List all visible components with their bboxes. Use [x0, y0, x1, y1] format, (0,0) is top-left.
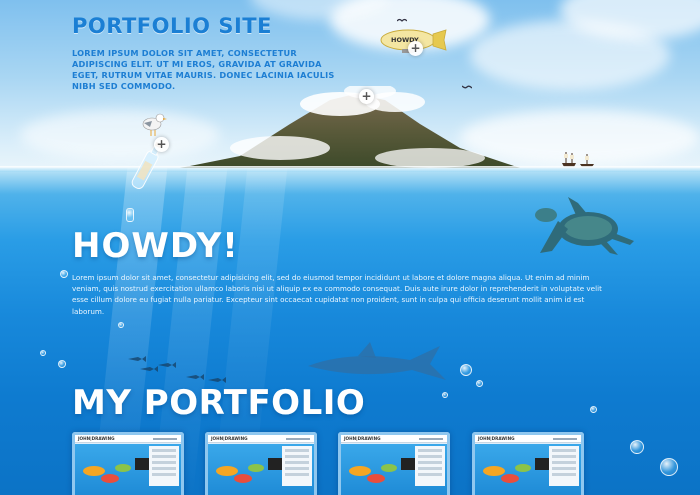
thumb-sidebar: [282, 446, 312, 486]
thumb-logo: JOHN|DRAWING: [344, 436, 381, 441]
bubble: [40, 350, 46, 356]
site-title: PORTFOLIO SITE: [72, 14, 272, 38]
about-text: Lorem ipsum dolor sit amet, consectetur …: [72, 273, 602, 316]
portfolio-grid: JOHN|DRAWING JOHN|DRAWING JOHN|DRAWING J…: [72, 432, 632, 495]
seagull-icon: [142, 113, 167, 136]
bubble: [58, 360, 66, 368]
bubble: [126, 208, 134, 222]
portfolio-item-1[interactable]: JOHN|DRAWING: [72, 432, 184, 495]
bubble: [60, 270, 68, 278]
portfolio-heading: MY PORTFOLIO: [72, 383, 366, 423]
thumb-header: JOHN|DRAWING: [208, 435, 314, 443]
thumb-header: JOHN|DRAWING: [475, 435, 581, 443]
thumb-sidebar: [149, 446, 179, 486]
thumb-header: JOHN|DRAWING: [75, 435, 181, 443]
thumb-logo: JOHN|DRAWING: [78, 436, 115, 441]
thumb-logo: JOHN|DRAWING: [211, 436, 248, 441]
portfolio-item-2[interactable]: JOHN|DRAWING: [205, 432, 317, 495]
expand-bottle-button[interactable]: +: [154, 137, 169, 152]
thumb-sidebar: [415, 446, 445, 486]
bird-icon: [397, 18, 407, 22]
bubble: [590, 406, 597, 413]
bubble: [476, 380, 483, 387]
water-surface: [0, 166, 700, 172]
portfolio-item-3[interactable]: JOHN|DRAWING: [338, 432, 450, 495]
island-illustration: [180, 86, 520, 168]
portfolio-item-4[interactable]: JOHN|DRAWING: [472, 432, 584, 495]
bubble: [630, 440, 644, 454]
bubble: [660, 458, 678, 476]
bubble: [442, 392, 448, 398]
bubble: [118, 322, 124, 328]
expand-island-button[interactable]: +: [359, 89, 374, 104]
thumb-sidebar: [549, 446, 579, 486]
thumb-logo: JOHN|DRAWING: [478, 436, 515, 441]
about-heading: HOWDY!: [72, 226, 239, 266]
sea-turtle-icon: [535, 197, 634, 255]
thumb-header: JOHN|DRAWING: [341, 435, 447, 443]
expand-blimp-button[interactable]: +: [408, 41, 423, 56]
bubble: [460, 364, 472, 376]
